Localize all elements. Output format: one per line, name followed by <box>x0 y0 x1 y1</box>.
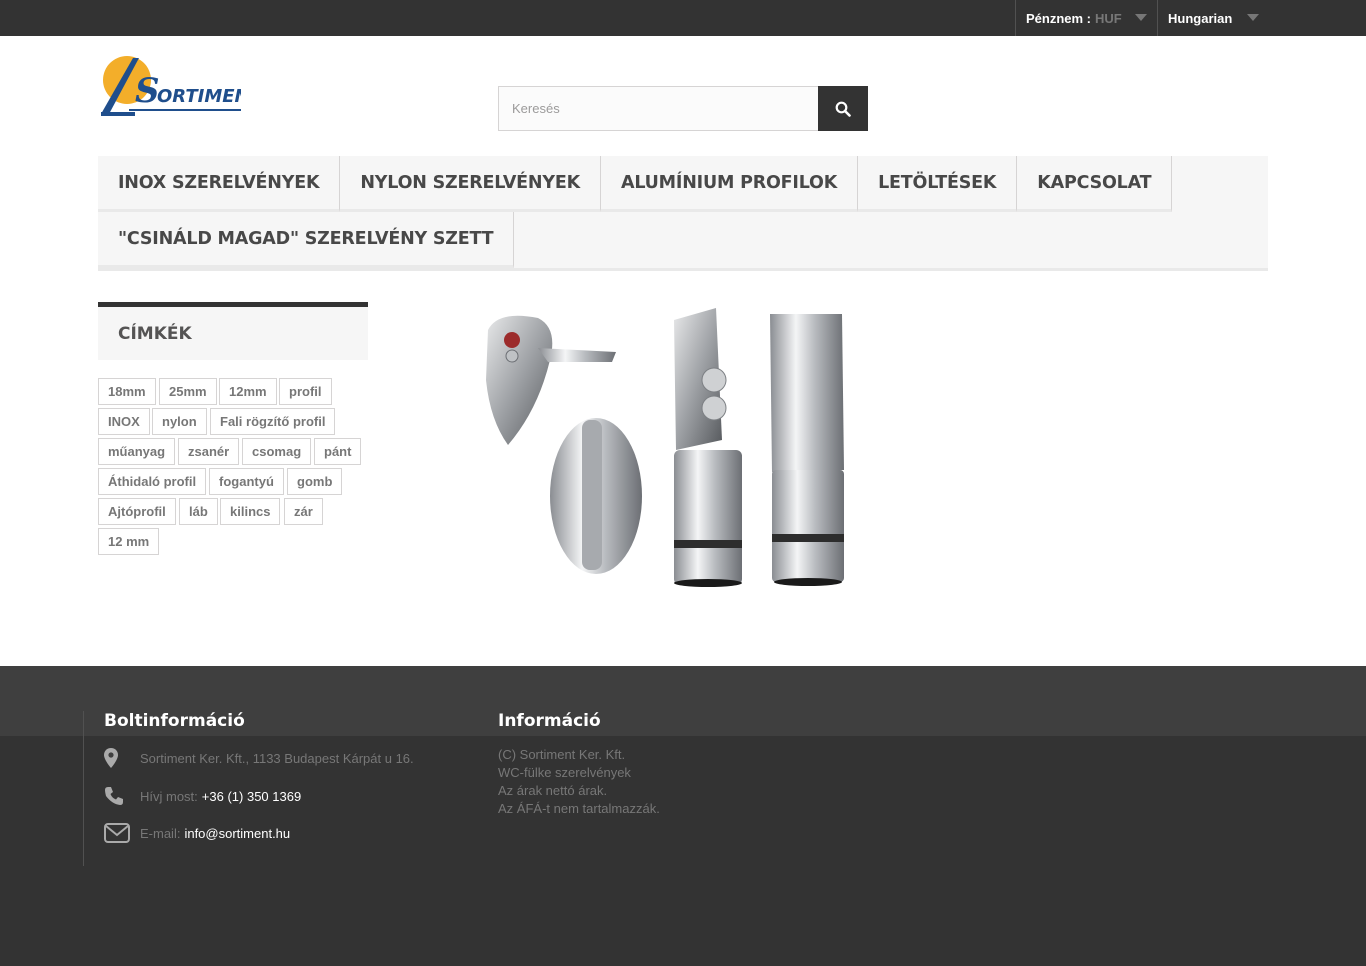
envelope-icon <box>104 823 140 843</box>
phone-icon <box>104 786 140 806</box>
address-text: Sortiment Ker. Kft., 1133 Budapest Kárpá… <box>140 750 414 766</box>
tag-link[interactable]: műanyag <box>98 438 176 465</box>
info-item[interactable]: (C) Sortiment Ker. Kft. <box>498 746 660 764</box>
tag-link[interactable]: Áthidaló profil <box>98 468 207 495</box>
featured-product-image[interactable] <box>478 300 858 592</box>
stainless-fittings-image <box>486 308 844 587</box>
store-address: Sortiment Ker. Kft., 1133 Budapest Kárpá… <box>104 748 414 768</box>
store-email: E-mail: info@sortiment.hu <box>104 823 290 843</box>
svg-text:ORTIMENT: ORTIMENT <box>157 86 241 107</box>
tags-block-title: CÍMKÉK <box>98 302 368 360</box>
language-value: Hungarian <box>1168 10 1233 26</box>
info-item[interactable]: Az árak nettó árak. <box>498 782 660 800</box>
tag-link[interactable]: 18mm <box>98 378 156 405</box>
tag-link[interactable]: gomb <box>287 468 343 495</box>
info-item[interactable]: Az ÁFÁ-t nem tartalmazzák. <box>498 800 660 818</box>
store-phone: Hívj most: +36 (1) 350 1369 <box>104 786 301 806</box>
tag-link[interactable]: profil <box>279 378 332 405</box>
tag-link[interactable]: csomag <box>242 438 312 465</box>
phone-number[interactable]: +36 (1) 350 1369 <box>202 789 301 804</box>
currency-label: Pénznem : <box>1026 10 1092 26</box>
search-button[interactable] <box>818 86 868 131</box>
site-footer: Boltinformáció Sortiment Ker. Kft., 1133… <box>0 666 1366 966</box>
tag-link[interactable]: Ajtóprofil <box>98 498 176 525</box>
currency-value: HUF <box>1095 10 1122 26</box>
info-item[interactable]: WC-fülke szerelvények <box>498 764 660 782</box>
tag-link[interactable]: 12mm <box>219 378 277 405</box>
tag-link[interactable]: fogantyú <box>209 468 284 495</box>
top-bar: Pénznem : HUF Hungarian <box>0 0 1366 36</box>
phone-label: Hívj most: <box>140 788 198 804</box>
tag-link[interactable]: nylon <box>152 408 207 435</box>
search-bar <box>498 86 868 131</box>
email-link[interactable]: info@sortiment.hu <box>184 826 290 841</box>
tag-link[interactable]: Fali rögzítő profil <box>210 408 336 435</box>
tag-link[interactable]: láb <box>179 498 218 525</box>
language-selector[interactable]: Hungarian <box>1157 0 1269 36</box>
currency-selector[interactable]: Pénznem : HUF <box>1015 0 1157 36</box>
menu-item-aluminium[interactable]: ALUMÍNIUM PROFILOK <box>600 156 859 212</box>
menu-item-inox[interactable]: INOX SZERELVÉNYEK <box>98 156 341 212</box>
chevron-down-icon <box>1247 14 1259 21</box>
search-input[interactable] <box>498 86 818 131</box>
tag-link[interactable]: 25mm <box>159 378 217 405</box>
search-icon <box>835 101 851 117</box>
menu-item-nylon[interactable]: NYLON SZERELVÉNYEK <box>340 156 601 212</box>
information-list: (C) Sortiment Ker. Kft. WC-fülke szerelv… <box>498 746 660 818</box>
menu-item-contact[interactable]: KAPCSOLAT <box>1017 156 1173 212</box>
tag-link[interactable]: pánt <box>314 438 362 465</box>
tag-link[interactable]: 12 mm <box>98 528 160 555</box>
tag-link[interactable]: kilincs <box>220 498 281 525</box>
information-title: Információ <box>498 711 601 731</box>
menu-row: INOX SZERELVÉNYEK NYLON SZERELVÉNYEK ALU… <box>98 156 1173 212</box>
footer-divider <box>83 711 84 866</box>
main-menu: INOX SZERELVÉNYEK NYLON SZERELVÉNYEK ALU… <box>98 156 1268 271</box>
email-label: E-mail: <box>140 825 181 841</box>
chevron-down-icon <box>1135 14 1147 21</box>
sortiment-logo-icon: S ORTIMENT <box>101 56 264 116</box>
map-marker-icon <box>104 748 140 768</box>
tag-link[interactable]: zár <box>284 498 323 525</box>
tag-link[interactable]: INOX <box>98 408 150 435</box>
svg-text:S: S <box>135 71 160 111</box>
menu-item-downloads[interactable]: LETÖLTÉSEK <box>858 156 1018 212</box>
store-info-title: Boltinformáció <box>104 711 245 731</box>
menu-item-diy-set[interactable]: "CSINÁLD MAGAD" SZERELVÉNY SZETT <box>98 212 515 268</box>
site-logo[interactable]: S ORTIMENT <box>99 52 264 116</box>
tag-link[interactable]: zsanér <box>178 438 240 465</box>
menu-row: "CSINÁLD MAGAD" SZERELVÉNY SZETT <box>98 212 515 268</box>
